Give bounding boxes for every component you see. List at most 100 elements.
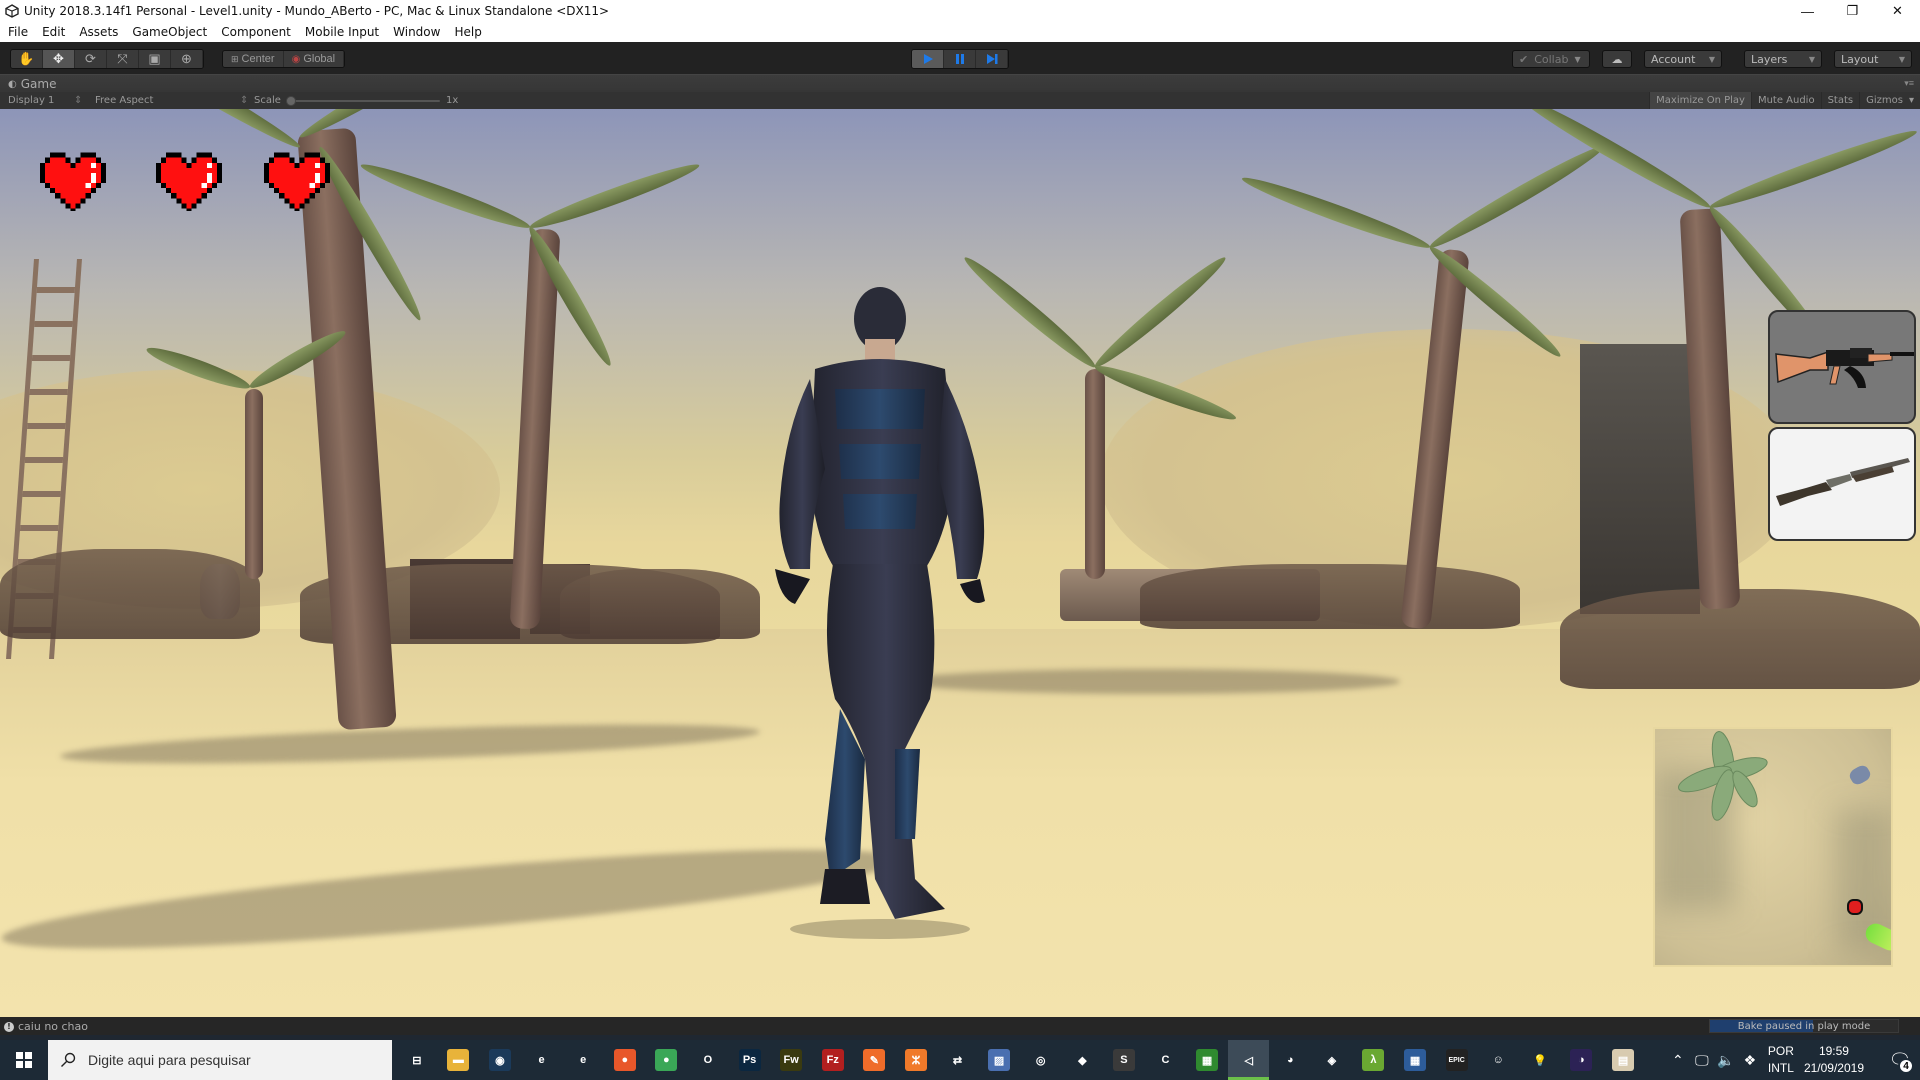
step-button[interactable] — [976, 50, 1008, 68]
photoshop-icon: Ps — [738, 1049, 761, 1071]
taskbar-app-tiled-editor[interactable]: ▦ — [1394, 1040, 1436, 1080]
restore-button[interactable]: ❐ — [1830, 0, 1875, 22]
menu-assets[interactable]: Assets — [79, 25, 118, 39]
taskbar-app-dev-tool[interactable]: ◈ — [1311, 1040, 1353, 1080]
hand-tool-button[interactable]: ✋ — [11, 50, 43, 68]
taskbar-app-chrome[interactable]: ● — [646, 1040, 688, 1080]
windows-logo-icon — [16, 1052, 32, 1068]
scale-slider-track[interactable] — [290, 100, 440, 102]
taskbar-app-filezilla[interactable]: Fz — [812, 1040, 854, 1080]
taskbar-app-eclipse[interactable]: ◑ — [1561, 1040, 1603, 1080]
main-toolbar: ✋ ✥ ⟳ ⤧ ▣ ⊕ ⊞ Center ◉ Global ✔ Collab ▼ ☁ A… — [0, 42, 1920, 74]
menu-mobile-input[interactable]: Mobile Input — [305, 25, 379, 39]
tab-menu-icon[interactable]: ▾≡ — [1904, 78, 1914, 89]
taskbar-app-app-grid[interactable]: ▦ — [1186, 1040, 1228, 1080]
volume-icon[interactable]: 🔈 — [1714, 1052, 1738, 1069]
aspect-dropdown[interactable]: Free Aspect — [95, 95, 153, 106]
taskbar-app-photoshop[interactable]: Ps — [729, 1040, 771, 1080]
play-button[interactable] — [912, 50, 944, 68]
gizmos-dropdown[interactable]: Gizmos — [1859, 92, 1909, 109]
weapon-slot-shotgun[interactable] — [1768, 427, 1916, 541]
menu-edit[interactable]: Edit — [42, 25, 65, 39]
taskbar-app-task-view[interactable]: ⊟ — [396, 1040, 438, 1080]
move-tool-button[interactable]: ✥ — [43, 50, 75, 68]
tray-expand-icon[interactable]: ⌃ — [1666, 1052, 1690, 1069]
language-indicator[interactable]: POR INTL — [1768, 1043, 1794, 1077]
start-button[interactable] — [0, 1040, 48, 1080]
taskbar-app-unity[interactable]: ◁ — [1227, 1040, 1270, 1080]
scale-slider-thumb[interactable] — [286, 96, 296, 106]
taskbar-app-epic-games[interactable]: EPIC — [1436, 1040, 1478, 1080]
dev-tool-icon: ◈ — [1327, 1054, 1337, 1067]
postman-icon: ✎ — [863, 1049, 886, 1071]
pivot-rotation-toggle[interactable]: ◉ Global — [283, 51, 345, 67]
layers-dropdown[interactable]: Layers ▼ — [1744, 50, 1822, 68]
taskbar-app-vr-headset[interactable]: ◎ — [1020, 1040, 1062, 1080]
transform-tool-button[interactable]: ⊕ — [171, 50, 203, 68]
taskbar-app-paint-tool[interactable]: ▨ — [978, 1040, 1020, 1080]
minimize-button[interactable]: — — [1785, 0, 1830, 22]
taskbar-app-xampp[interactable]: ⵣ — [895, 1040, 937, 1080]
rotate-icon: ⟳ — [85, 51, 96, 66]
taskbar-app-opera[interactable]: O — [687, 1040, 729, 1080]
playback-controls — [911, 49, 1009, 69]
desert-bush — [560, 569, 760, 639]
taskbar-search-input[interactable]: Digite aqui para pesquisar — [48, 1040, 392, 1080]
menu-help[interactable]: Help — [454, 25, 481, 39]
menu-window[interactable]: Window — [393, 25, 440, 39]
maximize-on-play-toggle[interactable]: Maximize On Play — [1649, 92, 1751, 109]
keyboard-layout: INTL — [1767, 1061, 1794, 1075]
taskbar-app-gamemaker[interactable]: ◆ — [1062, 1040, 1104, 1080]
info-icon: ! — [4, 1021, 14, 1032]
taskbar-app-lightbulb-app[interactable]: 💡 — [1519, 1040, 1561, 1080]
layout-dropdown[interactable]: Layout ▼ — [1834, 50, 1912, 68]
action-center-button[interactable]: 🗨 4 — [1880, 1040, 1920, 1080]
minimap[interactable] — [1653, 727, 1893, 967]
account-dropdown[interactable]: Account ▼ — [1644, 50, 1722, 68]
gizmos-caret-icon[interactable]: ▾ — [1909, 92, 1920, 109]
network-icon[interactable]: 🖵 — [1690, 1052, 1714, 1069]
taskbar-app-firefox[interactable]: ● — [604, 1040, 646, 1080]
taskbar-app-sublime-text[interactable]: S — [1103, 1040, 1145, 1080]
menu-component[interactable]: Component — [221, 25, 291, 39]
tab-game[interactable]: ◐ Game — [8, 77, 56, 91]
taskbar-app-misc-app[interactable]: ▤ — [1602, 1040, 1644, 1080]
taskbar-app-blender[interactable]: ◕ — [1269, 1040, 1311, 1080]
taskbar-app-fireworks[interactable]: Fw — [770, 1040, 812, 1080]
scale-tool-button[interactable]: ⤧ — [107, 50, 139, 68]
display-dropdown[interactable]: Display 1 — [8, 95, 54, 106]
filezilla-icon: Fz — [821, 1049, 844, 1071]
menu-file[interactable]: File — [8, 25, 28, 39]
dropbox-icon[interactable]: ❖ — [1738, 1052, 1762, 1069]
close-button[interactable]: ✕ — [1875, 0, 1920, 22]
pivot-center-toggle[interactable]: ⊞ Center — [223, 51, 284, 67]
ak47-rifle-icon — [1775, 348, 1914, 388]
console-status-bar[interactable]: ! caiu no chao Bake paused in play mode — [0, 1017, 1920, 1035]
stats-toggle[interactable]: Stats — [1820, 92, 1860, 109]
taskbar-app-ccleaner[interactable]: C — [1145, 1040, 1187, 1080]
taskbar-app-postman[interactable]: ✎ — [854, 1040, 896, 1080]
cloud-button[interactable]: ☁ — [1602, 50, 1632, 68]
palm-frond — [1239, 171, 1433, 255]
godot-icon: ☺ — [1492, 1054, 1504, 1066]
taskbar-app-godot[interactable]: ☺ — [1477, 1040, 1519, 1080]
vr-headset-icon: ◎ — [1035, 1054, 1046, 1067]
menu-gameobject[interactable]: GameObject — [132, 25, 207, 39]
chrome-icon: ● — [655, 1049, 678, 1071]
weapon-slot-rifle[interactable] — [1768, 310, 1916, 424]
rect-tool-button[interactable]: ▣ — [139, 50, 171, 68]
collab-button[interactable]: ✔ Collab ▼ — [1512, 50, 1590, 68]
pause-button[interactable] — [944, 50, 976, 68]
clock[interactable]: 19:59 21/09/2019 — [1804, 1043, 1864, 1077]
taskbar-app-network-tool[interactable]: ⇄ — [937, 1040, 979, 1080]
taskbar-app-steam[interactable]: ◉ — [479, 1040, 521, 1080]
transform-tools: ✋ ✥ ⟳ ⤧ ▣ ⊕ — [10, 49, 204, 69]
firefox-icon: ● — [613, 1049, 636, 1071]
taskbar-app-internet-explorer[interactable]: e — [521, 1040, 563, 1080]
game-viewport[interactable] — [0, 109, 1920, 1017]
mute-audio-toggle[interactable]: Mute Audio — [1750, 92, 1821, 109]
taskbar-app-lambda-app[interactable]: λ — [1353, 1040, 1395, 1080]
taskbar-app-edge[interactable]: e — [562, 1040, 604, 1080]
rotate-tool-button[interactable]: ⟳ — [75, 50, 107, 68]
taskbar-app-file-explorer[interactable]: ▬ — [438, 1040, 480, 1080]
